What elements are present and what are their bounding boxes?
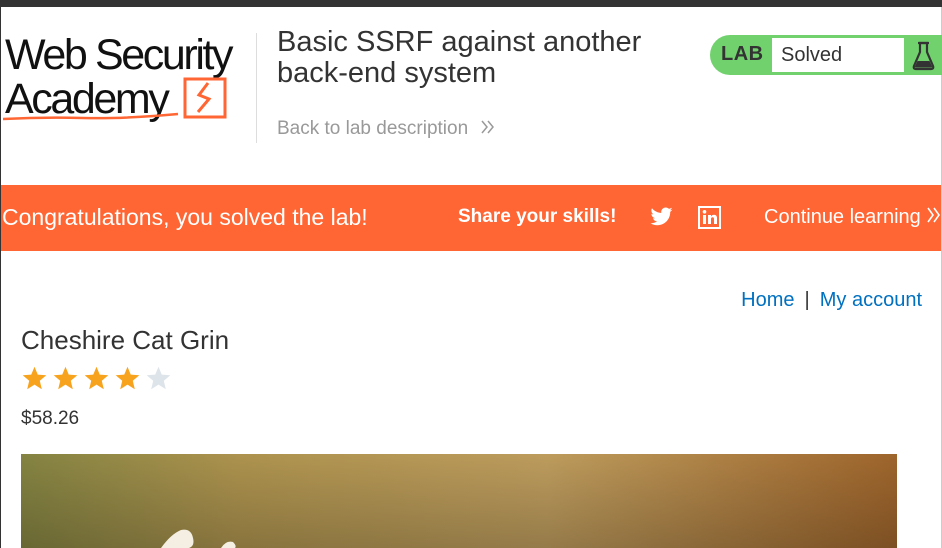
my-account-link[interactable]: My account — [820, 289, 922, 311]
top-border — [0, 0, 942, 7]
lab-title-line-1: Basic SSRF against another — [277, 26, 642, 58]
continue-learning-link[interactable]: Continue learning — [764, 206, 941, 229]
continue-learning-label: Continue learning — [764, 206, 921, 228]
home-link[interactable]: Home — [741, 289, 794, 311]
congratulations-message: Congratulations, you solved the lab! — [2, 204, 368, 230]
lab-status-label: LAB — [721, 43, 764, 65]
logo-underline-icon — [3, 77, 227, 121]
top-nav: Home | My account — [741, 289, 922, 312]
linkedin-icon[interactable] — [698, 206, 721, 229]
share-your-skills-label: Share your skills! — [458, 206, 617, 227]
solved-banner: Congratulations, you solved the lab! Sha… — [1, 185, 941, 251]
star-filled-icon — [115, 366, 140, 390]
star-filled-icon — [84, 366, 109, 390]
star-empty-icon — [146, 366, 171, 390]
nav-separator: | — [804, 289, 810, 311]
lab-status-widget: LAB Solved — [710, 35, 942, 75]
lab-title-line-2: back-end system — [277, 57, 497, 89]
flask-icon — [905, 35, 942, 75]
lab-title: Basic SSRF against another back-end syst… — [277, 27, 697, 89]
product-image — [21, 454, 897, 548]
back-link-label: Back to lab description — [277, 118, 469, 139]
back-to-lab-description-link[interactable]: Back to lab description — [277, 118, 495, 140]
lab-status-text: Solved — [781, 44, 843, 66]
double-chevron-right-icon — [481, 118, 495, 140]
star-filled-icon — [53, 366, 78, 390]
lab-status-box: Solved — [772, 38, 904, 72]
product-price: $58.26 — [21, 408, 80, 429]
web-security-academy-logo[interactable]: Web Security Academy — [3, 33, 255, 125]
product-title: Cheshire Cat Grin — [21, 325, 230, 355]
twitter-icon[interactable] — [649, 205, 674, 229]
star-filled-icon — [22, 366, 47, 390]
frame-left-border — [0, 7, 1, 548]
header-divider — [256, 33, 257, 143]
double-chevron-right-icon — [927, 206, 941, 228]
